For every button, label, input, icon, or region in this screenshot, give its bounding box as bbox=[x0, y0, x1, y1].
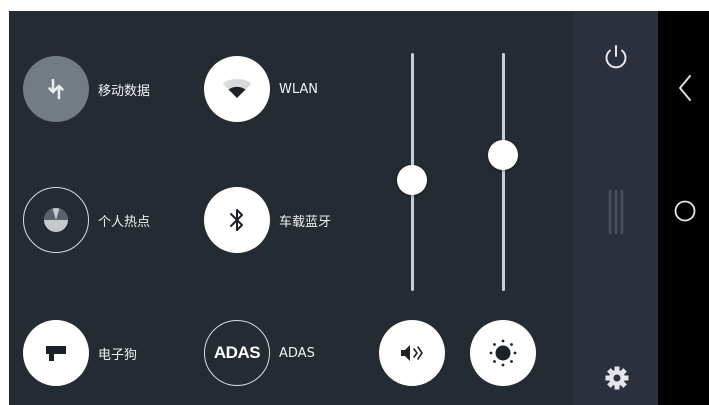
navigation-bar bbox=[658, 11, 709, 405]
drag-handle-icon bbox=[608, 190, 624, 234]
drag-handle[interactable] bbox=[604, 188, 628, 236]
sun-icon bbox=[489, 339, 517, 367]
wifi-icon bbox=[222, 79, 252, 98]
wlan-toggle[interactable] bbox=[204, 56, 270, 122]
mobile-data-icon bbox=[48, 78, 64, 100]
bluetooth-label: 车载蓝牙 bbox=[279, 214, 332, 230]
hotspot-toggle[interactable] bbox=[23, 187, 89, 253]
speaker-icon bbox=[401, 345, 423, 361]
back-chevron-icon bbox=[679, 75, 691, 101]
quick-settings-panel: 移动数据 WLAN 个人热点 车载蓝牙 电子狗 ADAS ADAS bbox=[9, 11, 574, 405]
power-button[interactable] bbox=[600, 41, 632, 73]
hotspot-icon bbox=[43, 208, 69, 232]
home-circle-icon bbox=[674, 200, 696, 222]
adas-label: ADAS bbox=[279, 345, 315, 361]
power-icon bbox=[605, 45, 627, 69]
brightness-slider-thumb[interactable] bbox=[488, 140, 518, 170]
settings-button[interactable] bbox=[603, 364, 631, 392]
volume-slider-thumb[interactable] bbox=[397, 165, 427, 195]
hotspot-label: 个人热点 bbox=[98, 214, 151, 230]
tile-hotspot[interactable]: 个人热点 bbox=[23, 187, 150, 253]
home-button[interactable] bbox=[672, 198, 698, 224]
dash-cam-label: 电子狗 bbox=[98, 347, 138, 363]
screen: 移动数据 WLAN 个人热点 车载蓝牙 电子狗 ADAS ADAS bbox=[9, 11, 709, 405]
bluetooth-toggle[interactable] bbox=[204, 187, 270, 253]
tile-dash-cam[interactable]: 电子狗 bbox=[23, 320, 137, 386]
brightness-button[interactable] bbox=[470, 320, 536, 386]
gear-icon bbox=[605, 366, 629, 390]
camera-icon bbox=[46, 346, 66, 361]
tile-mobile-data[interactable]: 移动数据 bbox=[23, 56, 150, 122]
side-column bbox=[574, 11, 658, 405]
wlan-label: WLAN bbox=[279, 81, 319, 97]
tile-adas[interactable]: ADAS ADAS bbox=[204, 320, 315, 386]
back-button[interactable] bbox=[674, 73, 696, 103]
adas-toggle[interactable]: ADAS bbox=[204, 320, 270, 386]
tile-wlan[interactable]: WLAN bbox=[204, 56, 318, 122]
mobile-data-label: 移动数据 bbox=[98, 83, 151, 99]
bluetooth-icon bbox=[230, 209, 243, 231]
tile-bluetooth[interactable]: 车载蓝牙 bbox=[204, 187, 331, 253]
dash-cam-toggle[interactable] bbox=[23, 320, 89, 386]
brightness-slider-track[interactable] bbox=[502, 53, 505, 291]
adas-icon: ADAS bbox=[213, 343, 261, 362]
mobile-data-toggle[interactable] bbox=[23, 56, 89, 122]
volume-button[interactable] bbox=[379, 320, 445, 386]
